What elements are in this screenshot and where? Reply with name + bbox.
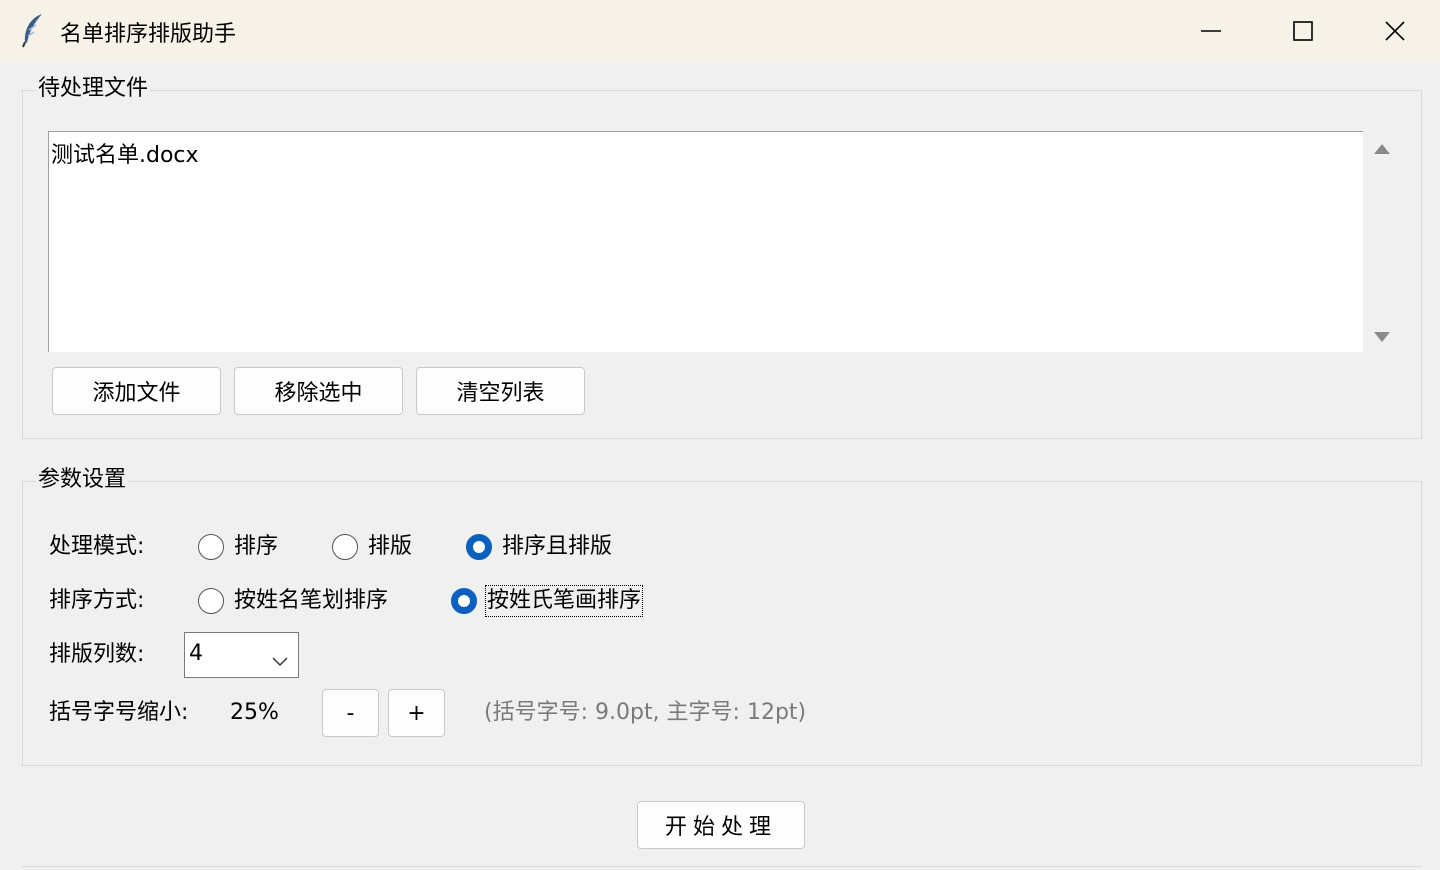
list-item[interactable]: 测试名单.docx: [51, 137, 199, 169]
feather-icon: [20, 12, 46, 48]
radio-circle-checked[interactable]: [451, 588, 477, 614]
start-button[interactable]: 开始处理: [637, 801, 805, 849]
bracket-label: 括号字号缩小:: [49, 700, 189, 725]
scroll-down-icon[interactable]: [1373, 330, 1391, 350]
radio-label: 按姓名笔划排序: [234, 588, 389, 613]
radio-label: 按姓氏笔画排序: [484, 585, 644, 617]
radio-circle-checked[interactable]: [466, 534, 492, 560]
bracket-percent-value: 25%: [230, 700, 279, 725]
columns-label: 排版列数:: [49, 642, 145, 667]
radio-mode-layout[interactable]: 排版: [332, 533, 412, 561]
radio-label: 排序: [234, 534, 279, 559]
listbox-scrollbar[interactable]: [1365, 131, 1399, 352]
chevron-down-icon[interactable]: [271, 649, 289, 674]
maximize-button[interactable]: [1257, 0, 1349, 62]
minimize-button[interactable]: [1165, 0, 1257, 62]
file-listbox[interactable]: 测试名单.docx: [48, 131, 1363, 352]
radio-circle[interactable]: [198, 534, 224, 560]
params-group-label: 参数设置: [36, 466, 129, 494]
title-bar: 名单排序排版助手: [0, 0, 1440, 62]
radio-sort-surname-strokes[interactable]: 按姓氏笔画排序: [451, 585, 644, 617]
minimize-icon: [1201, 30, 1221, 32]
clear-list-button[interactable]: 清空列表: [416, 367, 585, 415]
columns-combobox[interactable]: 4: [184, 632, 299, 678]
combo-value: 4: [189, 641, 203, 666]
remove-selected-button[interactable]: 移除选中: [234, 367, 403, 415]
radio-mode-sort-and-layout[interactable]: 排序且排版: [466, 533, 612, 561]
close-button[interactable]: [1349, 0, 1440, 62]
radio-label: 排序且排版: [502, 534, 613, 559]
decrease-button[interactable]: -: [322, 689, 379, 737]
add-file-button[interactable]: 添加文件: [52, 367, 221, 415]
sort-label: 排序方式:: [49, 588, 145, 613]
maximize-icon: [1293, 21, 1313, 41]
radio-circle[interactable]: [332, 534, 358, 560]
radio-mode-sort[interactable]: 排序: [198, 533, 278, 561]
scroll-up-icon[interactable]: [1373, 140, 1391, 160]
radio-sort-name-strokes[interactable]: 按姓名笔划排序: [198, 587, 388, 615]
bottom-divider: [22, 866, 1422, 870]
files-group-label: 待处理文件: [36, 75, 151, 103]
increase-button[interactable]: +: [388, 689, 445, 737]
window-title: 名单排序排版助手: [60, 22, 237, 47]
font-size-hint: (括号字号: 9.0pt, 主字号: 12pt): [484, 700, 807, 725]
close-icon: [1385, 21, 1405, 41]
mode-label: 处理模式:: [49, 534, 145, 559]
radio-label: 排版: [368, 534, 413, 559]
radio-circle[interactable]: [198, 588, 224, 614]
